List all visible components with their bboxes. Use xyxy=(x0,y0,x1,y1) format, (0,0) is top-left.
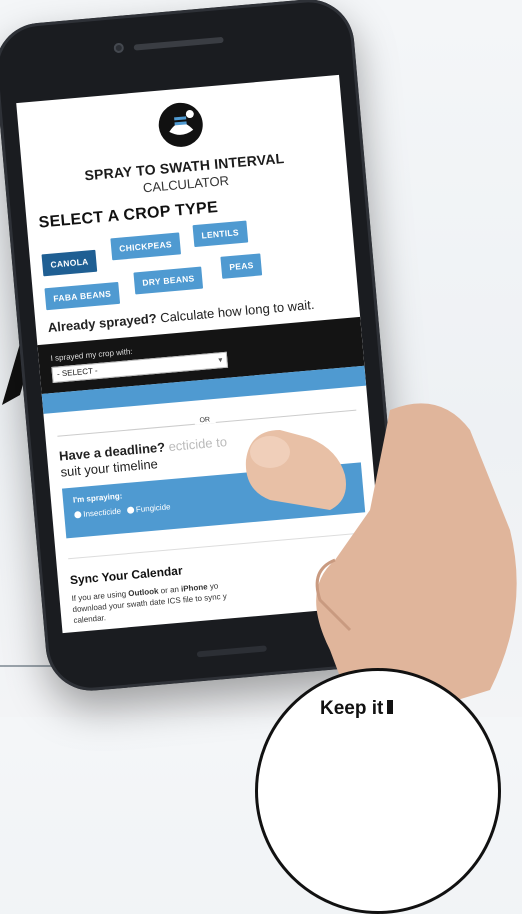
radio-fungicide[interactable]: Fungicide xyxy=(126,502,171,515)
front-camera xyxy=(113,42,125,54)
crop-button-chickpeas[interactable]: CHICKPEAS xyxy=(110,232,181,261)
crop-button-canola[interactable]: CANOLA xyxy=(41,249,98,277)
crop-button-peas[interactable]: PEAS xyxy=(220,253,263,279)
crop-button-lentils[interactable]: LENTILS xyxy=(192,220,248,248)
spray-logo-icon xyxy=(158,102,203,147)
crop-button-dry-beans[interactable]: DRY BEANS xyxy=(133,266,204,295)
radio-insecticide[interactable]: Insecticide xyxy=(74,507,121,520)
chevron-down-icon: ▾ xyxy=(217,355,223,365)
speaker-grille xyxy=(133,36,224,51)
crop-button-faba-beans[interactable]: FABA BEANS xyxy=(44,281,121,311)
